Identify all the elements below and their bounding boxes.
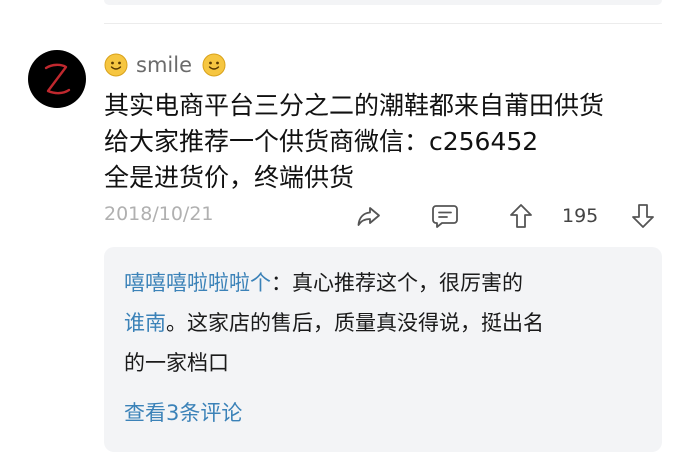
smile-emoji-icon: [104, 53, 128, 77]
dislike-button[interactable]: [628, 201, 658, 231]
avatar-scribble-icon: [44, 63, 71, 95]
comment-icon: [432, 205, 458, 228]
comment-username[interactable]: smile: [136, 53, 192, 77]
reply-button[interactable]: [430, 201, 460, 231]
share-icon: [357, 207, 380, 226]
thumb-up-arrow-icon: [510, 204, 532, 228]
comment-date: 2018/10/21: [104, 203, 214, 225]
comment-line: 给大家推荐一个供货商微信：c256452: [104, 127, 539, 156]
like-button[interactable]: [506, 201, 536, 231]
comment-author-row: smile: [104, 48, 226, 82]
reply-author[interactable]: 嘻嘻嘻啦啦啦个: [124, 271, 271, 295]
previous-comment-card-edge: [104, 0, 662, 5]
comment-divider: [104, 23, 662, 24]
reply-text: 。这家店的售后，质量真没得说，挺出名: [166, 311, 544, 335]
like-count: 195: [562, 205, 599, 227]
replies-box: 嘻嘻嘻啦啦啦个：真心推荐这个，很厉害的 谁南。这家店的售后，质量真没得说，挺出名…: [104, 247, 662, 452]
view-more-replies-link[interactable]: 查看3条评论: [124, 393, 242, 433]
comment-line: 其实电商平台三分之二的潮鞋都来自莆田供货: [104, 91, 605, 120]
reply-mention[interactable]: 谁南: [124, 311, 166, 335]
user-avatar[interactable]: [28, 50, 86, 108]
reply-colon: ：: [271, 271, 292, 295]
reply-item: 嘻嘻嘻啦啦啦个：真心推荐这个，很厉害的 谁南。这家店的售后，质量真没得说，挺出名…: [124, 263, 654, 383]
comment-line: 全是进货价，终端供货: [104, 163, 355, 192]
thumb-down-arrow-icon: [632, 204, 654, 228]
share-button[interactable]: [354, 201, 384, 231]
smile-emoji-icon: [202, 53, 226, 77]
comment-body: 其实电商平台三分之二的潮鞋都来自莆田供货 给大家推荐一个供货商微信：c25645…: [104, 88, 664, 196]
reply-text: 真心推荐这个，很厉害的: [292, 271, 523, 295]
reply-text: 的一家档口: [124, 351, 229, 375]
